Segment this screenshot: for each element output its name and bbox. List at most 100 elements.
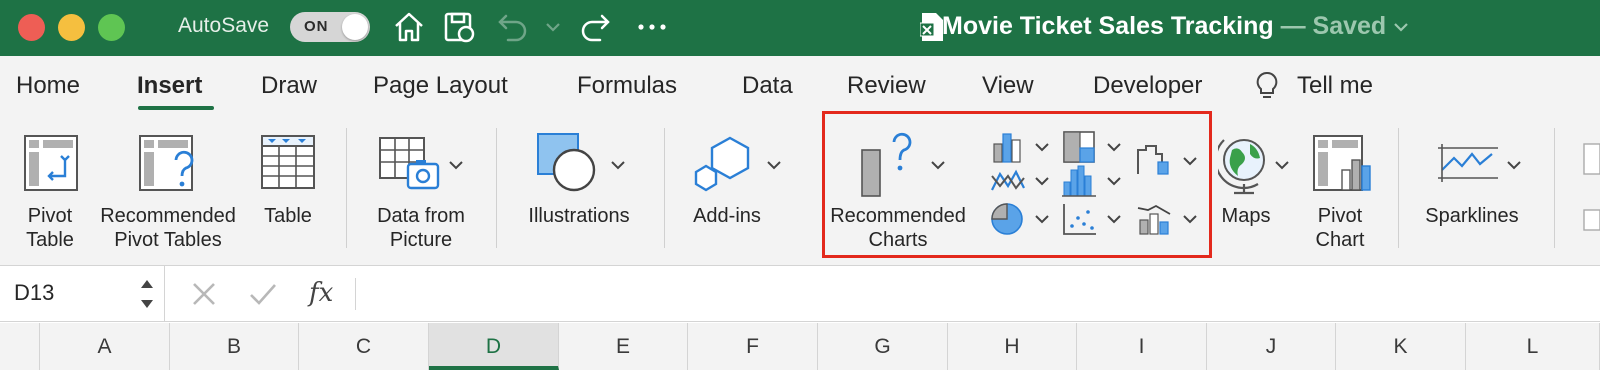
recommended-pivot-label-line2: Pivot Tables <box>114 229 222 251</box>
add-ins-label: Add-ins <box>693 205 761 227</box>
column-header-b[interactable]: B <box>170 323 299 370</box>
minimize-window-button[interactable] <box>58 14 85 41</box>
table-label: Table <box>264 205 312 227</box>
home-icon[interactable] <box>392 10 426 44</box>
column-header-f[interactable]: F <box>688 323 818 370</box>
maps-button[interactable]: Maps <box>1212 114 1296 266</box>
autosave-label: AutoSave <box>178 14 270 37</box>
table-button[interactable]: Table <box>250 114 326 266</box>
column-header-a[interactable]: A <box>40 323 170 370</box>
column-header-k[interactable]: K <box>1336 323 1466 370</box>
maps-label: Maps <box>1221 205 1271 227</box>
recommended-pivot-label-line1: Recommended <box>100 205 236 227</box>
close-window-button[interactable] <box>18 14 45 41</box>
ribbon-separator <box>346 128 347 248</box>
ribbon-separator <box>1554 128 1555 248</box>
document-title[interactable]: Movie Ticket Sales Tracking — Saved <box>942 12 1409 41</box>
tab-review[interactable]: Review <box>847 72 926 100</box>
pivot-chart-label-line2: Chart <box>1315 229 1365 251</box>
ribbon-separator <box>1398 128 1399 248</box>
data-from-picture-label-line1: Data from <box>377 205 465 227</box>
tab-tell-me[interactable]: Tell me <box>1297 72 1373 100</box>
recommended-pivot-tables-button[interactable]: Recommended Pivot Tables <box>92 114 244 266</box>
function-icon[interactable]: fx <box>309 278 333 308</box>
column-header-g[interactable]: G <box>818 323 948 370</box>
ribbon-tabs: Home Insert Draw Page Layout Formulas Da… <box>0 56 1600 114</box>
recommended-pivot-tables-icon <box>139 135 194 191</box>
pivot-chart-icon <box>1313 135 1371 191</box>
pivot-table-icon <box>24 135 78 191</box>
illustrations-icon <box>537 133 596 192</box>
overflow-ribbon-icon[interactable] <box>1580 142 1600 176</box>
column-header-c[interactable]: C <box>299 323 429 370</box>
enter-formula-icon[interactable] <box>248 280 278 308</box>
zoom-window-button[interactable] <box>98 14 125 41</box>
add-ins-button[interactable]: Add-ins <box>680 114 790 266</box>
tab-draw[interactable]: Draw <box>261 72 317 100</box>
overflow-ribbon-icon-2[interactable] <box>1580 208 1600 232</box>
data-from-picture-icon <box>379 137 440 190</box>
cancel-formula-icon[interactable] <box>190 280 218 308</box>
add-ins-chevron-icon <box>767 161 781 170</box>
column-header-j[interactable]: J <box>1207 323 1336 370</box>
table-icon <box>261 135 315 189</box>
title-bar: AutoSave ON Movie Ticket Sales Tracking … <box>0 0 1600 56</box>
redo-icon[interactable] <box>578 10 612 44</box>
pivot-table-label-line2: Table <box>26 229 74 251</box>
column-header-e[interactable]: E <box>559 323 688 370</box>
title-chevron-down-icon <box>1394 23 1408 32</box>
ribbon-insert: Pivot Table Recommended Pivot Tables Tab… <box>0 114 1600 266</box>
column-header-h[interactable]: H <box>948 323 1077 370</box>
saved-status: — Saved <box>1280 12 1387 40</box>
name-box[interactable]: D13 <box>0 266 165 322</box>
formula-bar: D13 fx <box>0 266 1600 322</box>
tab-formulas[interactable]: Formulas <box>577 72 677 100</box>
autosave-state: ON <box>304 18 329 35</box>
select-all-corner[interactable] <box>0 323 40 370</box>
column-header-row: A B C D E F G H I J K L <box>0 323 1600 370</box>
formula-divider <box>355 278 356 310</box>
save-icon[interactable] <box>442 10 476 44</box>
ribbon-separator <box>496 128 497 248</box>
lightbulb-icon <box>1256 71 1278 98</box>
sparklines-icon <box>1438 144 1498 182</box>
undo-dropdown-chevron-icon[interactable] <box>543 10 563 44</box>
ribbon-separator <box>664 128 665 248</box>
autosave-toggle[interactable]: ON <box>290 12 370 42</box>
formula-input[interactable] <box>360 266 1600 322</box>
document-name: Movie Ticket Sales Tracking <box>942 12 1274 40</box>
tab-insert[interactable]: Insert <box>137 72 202 100</box>
pivot-table-label-line1: Pivot <box>27 205 73 227</box>
column-header-l[interactable]: L <box>1466 323 1600 370</box>
illustrations-chevron-icon <box>611 161 625 170</box>
active-tab-indicator <box>138 106 214 110</box>
maps-chevron-icon <box>1275 161 1289 170</box>
charts-group-highlight <box>822 111 1212 258</box>
data-from-picture-button[interactable]: Data from Picture <box>362 114 480 266</box>
column-header-d[interactable]: D <box>429 323 559 370</box>
tab-data[interactable]: Data <box>742 72 793 100</box>
column-header-i[interactable]: I <box>1077 323 1207 370</box>
sparklines-label: Sparklines <box>1425 205 1519 227</box>
data-from-picture-label-line2: Picture <box>389 229 453 251</box>
excel-file-icon <box>920 13 943 41</box>
data-from-picture-chevron-icon <box>449 161 463 170</box>
add-ins-icon <box>694 136 750 192</box>
illustrations-label: Illustrations <box>528 205 630 227</box>
sparklines-button[interactable]: Sparklines <box>1412 114 1544 266</box>
undo-icon[interactable] <box>496 10 530 44</box>
pivot-chart-button[interactable]: Pivot Chart <box>1300 114 1380 266</box>
illustrations-button[interactable]: Illustrations <box>514 114 644 266</box>
tab-developer[interactable]: Developer <box>1093 72 1202 100</box>
sparklines-chevron-icon <box>1507 161 1521 170</box>
globe-icon <box>1218 139 1265 195</box>
pivot-table-button[interactable]: Pivot Table <box>10 114 90 266</box>
name-box-value: D13 <box>14 280 55 305</box>
tab-home[interactable]: Home <box>16 72 80 100</box>
more-options-icon[interactable] <box>636 10 668 44</box>
tab-view[interactable]: View <box>982 72 1034 100</box>
toggle-knob <box>342 14 368 40</box>
name-box-stepper-icon[interactable] <box>138 274 156 314</box>
pivot-chart-label-line1: Pivot <box>1317 205 1363 227</box>
tab-page-layout[interactable]: Page Layout <box>373 72 508 100</box>
